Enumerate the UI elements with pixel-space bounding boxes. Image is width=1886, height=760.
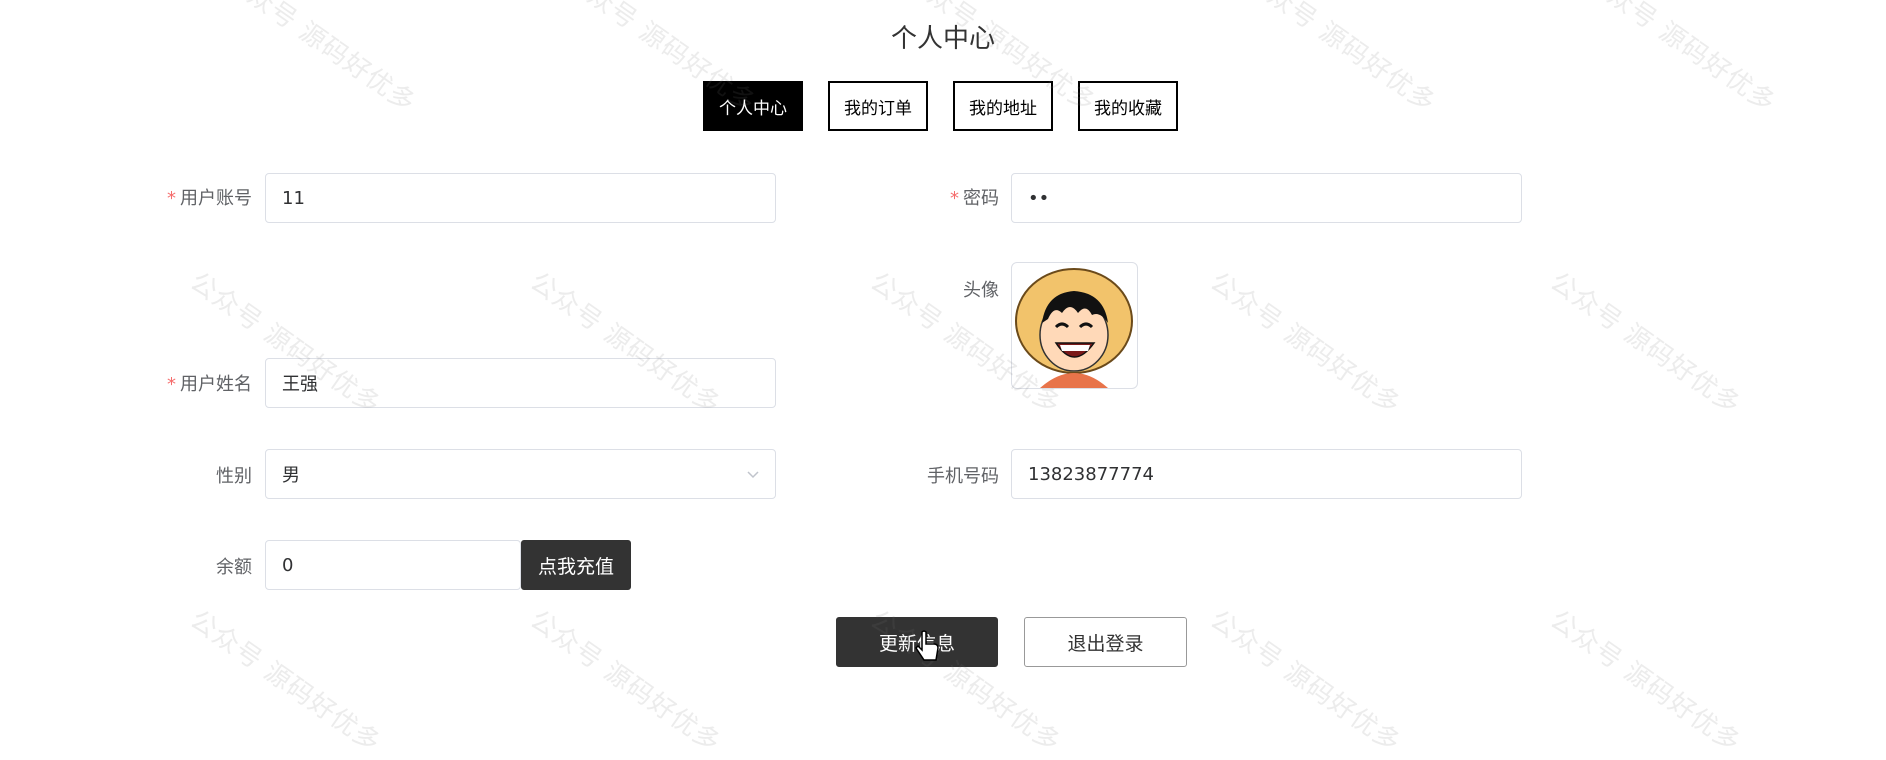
phone-label-text: 手机号码 bbox=[927, 466, 999, 487]
avatar-label-text: 头像 bbox=[963, 280, 999, 301]
tab-bar: 个人中心 我的订单 我的地址 我的收藏 bbox=[703, 81, 1203, 131]
mouse-cursor-icon bbox=[914, 630, 940, 668]
watermark: 公众号 源码好优多 bbox=[1544, 604, 1747, 759]
tab-addresses[interactable]: 我的地址 bbox=[953, 81, 1053, 131]
gender-label: 性别 bbox=[92, 462, 252, 488]
account-input[interactable]: 11 bbox=[265, 173, 776, 223]
phone-label: 手机号码 bbox=[839, 462, 999, 488]
name-label: * 用户姓名 bbox=[92, 370, 252, 396]
password-input[interactable]: •• bbox=[1011, 173, 1522, 223]
watermark: 公众号 源码好优多 bbox=[1204, 604, 1407, 759]
password-label-text: 密码 bbox=[963, 188, 999, 209]
balance-label-text: 余额 bbox=[216, 557, 252, 578]
tab-profile[interactable]: 个人中心 bbox=[703, 81, 803, 131]
watermark: 公众号 源码好优多 bbox=[184, 604, 387, 759]
avatar-upload[interactable] bbox=[1011, 262, 1138, 389]
phone-value: 13823877774 bbox=[1028, 463, 1154, 485]
gender-label-text: 性别 bbox=[216, 466, 252, 487]
balance-value: 0 bbox=[282, 554, 294, 576]
required-mark: * bbox=[950, 188, 959, 209]
gender-value: 男 bbox=[282, 465, 300, 486]
name-value: 王强 bbox=[282, 374, 318, 395]
account-value: 11 bbox=[282, 187, 305, 209]
gender-select[interactable]: 男 bbox=[265, 449, 776, 499]
password-label: * 密码 bbox=[839, 184, 999, 210]
chevron-down-icon bbox=[745, 466, 761, 487]
recharge-button[interactable]: 点我充值 bbox=[521, 540, 631, 590]
name-label-text: 用户姓名 bbox=[180, 374, 252, 395]
tab-orders[interactable]: 我的订单 bbox=[828, 81, 928, 131]
phone-input[interactable]: 13823877774 bbox=[1011, 449, 1522, 499]
watermark: 公众号 源码好优多 bbox=[1204, 266, 1407, 421]
password-value: •• bbox=[1028, 187, 1050, 209]
account-label-text: 用户账号 bbox=[180, 188, 252, 209]
watermark: 公众号 源码好优多 bbox=[524, 604, 727, 759]
required-mark: * bbox=[167, 188, 176, 209]
balance-input[interactable]: 0 bbox=[265, 540, 521, 590]
avatar-label: 头像 bbox=[839, 276, 999, 302]
required-mark: * bbox=[167, 374, 176, 395]
page-title: 个人中心 bbox=[890, 24, 995, 54]
watermark: 公众号 源码好优多 bbox=[1544, 266, 1747, 421]
avatar-image bbox=[1015, 268, 1133, 388]
logout-button[interactable]: 退出登录 bbox=[1024, 617, 1187, 667]
balance-label: 余额 bbox=[92, 553, 252, 579]
name-input[interactable]: 王强 bbox=[265, 358, 776, 408]
tab-favorites[interactable]: 我的收藏 bbox=[1078, 81, 1178, 131]
account-label: * 用户账号 bbox=[92, 184, 252, 210]
